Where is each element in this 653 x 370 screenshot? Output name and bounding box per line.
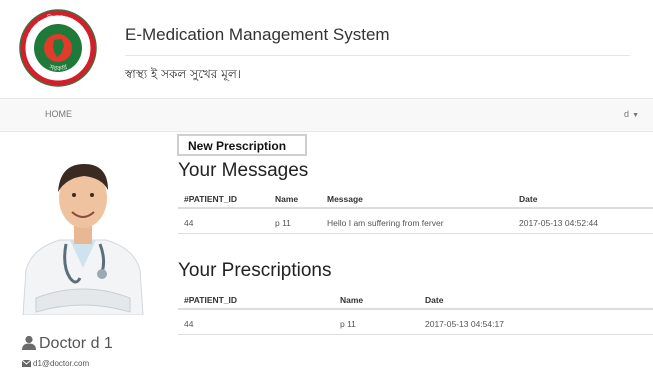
prescriptions-table-header: #PATIENT_ID Name Date (178, 289, 653, 310)
table-row[interactable]: 44 p 11 Hello I am suffering from ferver… (178, 209, 653, 234)
chevron-down-icon: ▼ (632, 112, 639, 119)
table-cell: 2017-05-13 04:52:44 (519, 218, 598, 228)
navbar: HOME d ▼ (0, 98, 653, 132)
table-cell: 44 (184, 319, 194, 329)
table-cell: 2017-05-13 04:54:17 (425, 319, 504, 329)
doctor-email: d1@doctor.com (22, 359, 89, 368)
new-prescription-button[interactable]: New Prescription (177, 134, 307, 156)
table-cell: 44 (184, 218, 194, 228)
messages-title: Your Messages (178, 160, 309, 181)
messages-table-header: #PATIENT_ID Name Message Date (178, 188, 653, 209)
column-header: Name (275, 194, 299, 204)
table-row[interactable]: 44 p 11 2017-05-13 04:54:17 (178, 310, 653, 335)
doctor-avatar (18, 140, 148, 315)
user-dropdown-label: d (624, 109, 630, 119)
government-logo: গণপ্রজাতন্ত্রী বাংলাদেশ সরকার (19, 9, 97, 87)
doctor-name-text: Doctor d 1 (39, 335, 113, 352)
column-header: Message (327, 194, 363, 204)
app-title: E-Medication Management System (125, 25, 390, 44)
user-icon (22, 335, 36, 350)
user-dropdown[interactable]: d ▼ (624, 109, 639, 119)
column-header: Date (425, 295, 444, 305)
tagline: স্বাস্থ্য ই সকল সুখের মূল। (125, 67, 242, 81)
column-header: #PATIENT_ID (184, 194, 238, 204)
doctor-email-text: d1@doctor.com (33, 359, 90, 368)
table-cell: p 11 (340, 319, 356, 329)
column-header: Name (340, 295, 364, 305)
nav-home-link[interactable]: HOME (45, 109, 72, 119)
header-divider (125, 55, 630, 56)
column-header: #PATIENT_ID (184, 295, 238, 305)
doctor-name: Doctor d 1 (22, 335, 113, 353)
column-header: Date (519, 194, 538, 204)
table-cell: p 11 (275, 218, 291, 228)
table-cell: Hello I am suffering from ferver (327, 218, 444, 228)
prescriptions-title: Your Prescriptions (178, 260, 332, 281)
envelope-icon (22, 360, 31, 367)
page-header: গণপ্রজাতন্ত্রী বাংলাদেশ সরকার E-Medicati… (0, 0, 653, 98)
